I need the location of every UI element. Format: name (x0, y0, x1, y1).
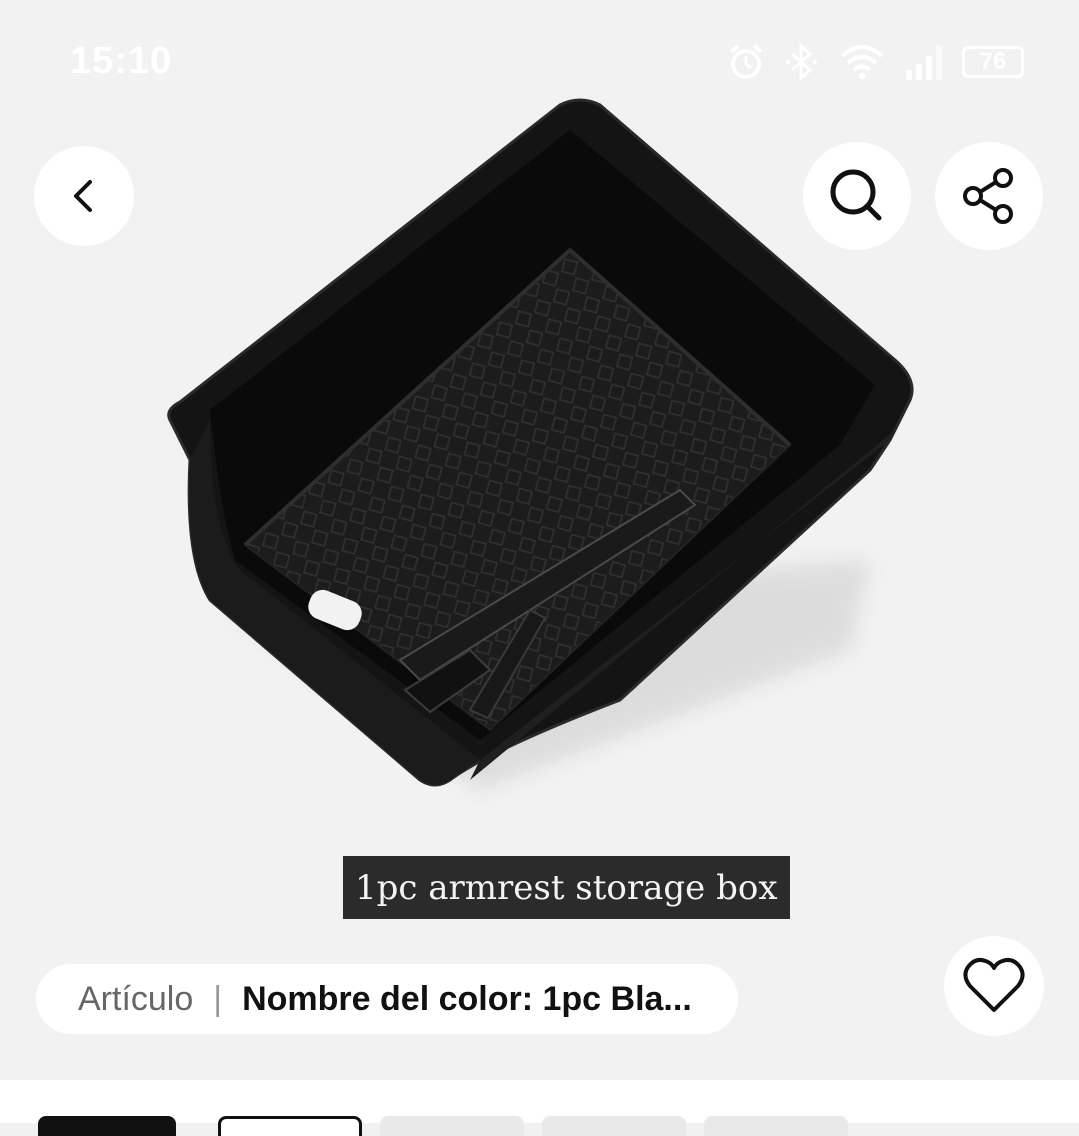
search-icon (830, 169, 882, 221)
thumbnail[interactable] (38, 1116, 176, 1136)
signal-icon (906, 46, 942, 80)
share-icon (963, 168, 1013, 224)
heart-icon (963, 957, 1025, 1012)
variant-label: Artículo (78, 979, 194, 1018)
back-button[interactable] (34, 146, 134, 246)
alarm-icon (729, 44, 763, 79)
chevron-left-icon (74, 180, 92, 212)
variant-value: Nombre del color: 1pc Bla... (242, 979, 692, 1018)
battery-icon: 76 (962, 46, 1024, 78)
thumbnail[interactable] (380, 1116, 524, 1136)
bluetooth-icon (786, 42, 817, 82)
thumbnail[interactable] (218, 1116, 362, 1136)
variant-separator: | (213, 979, 223, 1018)
variant-selector[interactable]: Artículo | Nombre del color: 1pc Bla... (36, 964, 738, 1034)
status-icons: 76 (726, 42, 1024, 82)
status-time: 15:10 (70, 40, 173, 82)
thumbnail[interactable] (542, 1116, 686, 1136)
search-button[interactable] (803, 142, 911, 250)
thumbnail-strip (0, 1080, 1079, 1136)
image-caption: 1pc armrest storage box (343, 856, 790, 919)
battery-level: 76 (979, 48, 1007, 75)
status-bar: 15:10 76 (0, 0, 1079, 120)
favorite-button[interactable] (944, 936, 1044, 1036)
thumbnail[interactable] (704, 1116, 848, 1136)
wifi-icon (840, 45, 884, 80)
share-button[interactable] (935, 142, 1043, 250)
product-image-area[interactable]: 15:10 76 1pc armrest storage box Artícul… (0, 0, 1079, 1080)
